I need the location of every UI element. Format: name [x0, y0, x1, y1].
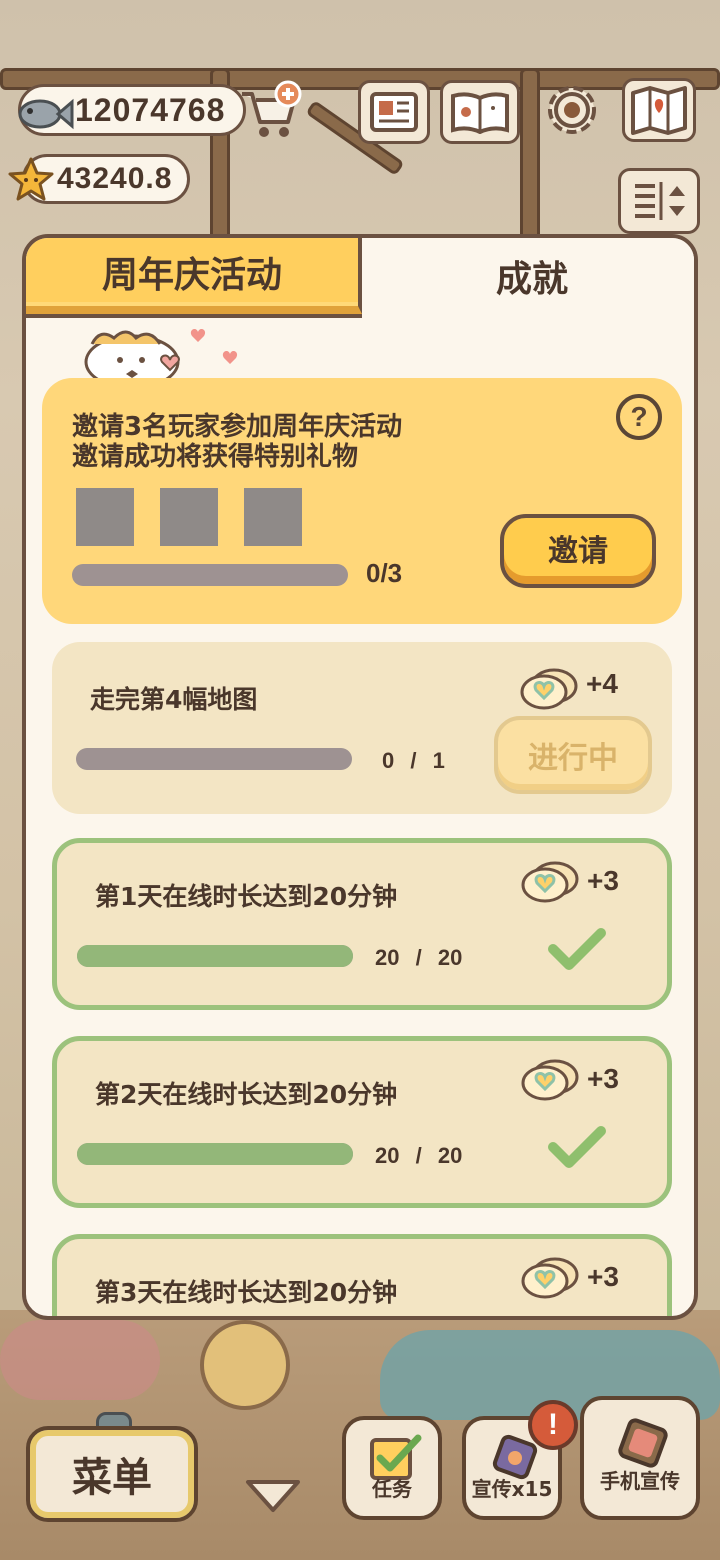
- invite-card: 邀请3名玩家参加周年庆活动 邀请成功将获得特别礼物 ? 0/3 邀请: [42, 378, 682, 624]
- paw-book-icon: [451, 92, 509, 134]
- cookie-reward-icon: [521, 861, 579, 903]
- task-card: 第2天在线时长达到20分钟 +3 20 / 20: [52, 1036, 672, 1208]
- menu-button[interactable]: 菜单: [26, 1426, 198, 1522]
- task-title: 第2天在线时长达到20分钟: [95, 1080, 398, 1109]
- task-progress-fill: [77, 945, 353, 967]
- task-title: 第3天在线时长达到20分钟: [95, 1278, 398, 1307]
- phone-promo-icon: [618, 1418, 668, 1468]
- in-progress-button[interactable]: 进行中: [494, 716, 652, 794]
- newspaper-button[interactable]: [358, 80, 430, 144]
- decor-wreath: [200, 1320, 290, 1410]
- task-progress-text: 20 / 20: [375, 1143, 462, 1169]
- chevron-down-icon[interactable]: [244, 1476, 302, 1514]
- task-button-label: 任务: [372, 1477, 412, 1501]
- invite-line-2: 邀请成功将获得特别礼物: [72, 442, 359, 472]
- star-icon: [8, 157, 54, 201]
- progress-separator: /: [410, 748, 417, 773]
- task-card: 第1天在线时长达到20分钟 +3 20 / 20: [52, 838, 672, 1010]
- invite-line-1: 邀请3名玩家参加周年庆活动: [72, 412, 403, 442]
- task-reward: +3: [587, 1261, 619, 1292]
- task-button[interactable]: 任务: [342, 1416, 442, 1520]
- task-reward: +4: [586, 668, 618, 699]
- progress-current: 0: [382, 748, 395, 773]
- layout-toggle-icon: [635, 182, 685, 220]
- progress-total: 1: [432, 748, 445, 773]
- alert-badge: !: [528, 1400, 578, 1450]
- invite-progress-bar: [72, 564, 348, 586]
- cookie-reward-icon: [520, 668, 578, 710]
- task-card: 走完第4幅地图 +4 0 / 1 进行中: [52, 642, 672, 814]
- invite-slot: [160, 488, 218, 546]
- map-icon: [631, 86, 687, 135]
- progress-current: 20: [375, 1143, 400, 1168]
- fish-icon: [18, 98, 74, 130]
- settings-gear-icon: [548, 86, 596, 134]
- invite-slot: [244, 488, 302, 546]
- map-button[interactable]: [622, 78, 696, 142]
- task-progress-bar: [76, 748, 352, 770]
- check-icon: [548, 928, 606, 970]
- help-button[interactable]: ?: [616, 394, 662, 440]
- progress-separator: /: [415, 945, 422, 970]
- settings-button[interactable]: [536, 78, 608, 142]
- tab-anniversary-event[interactable]: 周年庆活动: [26, 238, 362, 314]
- cookie-reward-icon: [521, 1257, 579, 1299]
- phone-promo-label: 手机宣传: [600, 1469, 680, 1493]
- event-panel: 周年庆活动 成就 邀请3名玩家参加周年庆活动 邀请成功将获得特别礼物 ? 0/3…: [22, 234, 698, 1320]
- promo-button-label: 宣传x15: [471, 1477, 553, 1501]
- progress-total: 20: [437, 945, 463, 970]
- cookie-reward-icon: [521, 1059, 579, 1101]
- task-reward: +3: [587, 1063, 619, 1094]
- tab-achievements[interactable]: 成就: [362, 238, 694, 314]
- task-card: 第3天在线时长达到20分钟 +3: [52, 1234, 672, 1316]
- task-progress-bar: [77, 1143, 353, 1165]
- task-progress-text: 20 / 20: [375, 945, 462, 971]
- task-progress-bar: [77, 945, 353, 967]
- decor-sofa: [0, 1320, 160, 1400]
- newspaper-icon: [370, 92, 418, 132]
- invite-button[interactable]: 邀请: [500, 514, 656, 588]
- progress-total: 20: [437, 1143, 463, 1168]
- invite-progress-text: 0/3: [366, 558, 403, 588]
- shop-cart-plus-icon[interactable]: [236, 80, 304, 140]
- invite-description: 邀请3名玩家参加周年庆活动 邀请成功将获得特别礼物: [72, 412, 402, 472]
- invite-slot: [76, 488, 134, 546]
- progress-current: 20: [375, 945, 400, 970]
- task-list-scroll[interactable]: 邀请3名玩家参加周年庆活动 邀请成功将获得特别礼物 ? 0/3 邀请 走完第4幅…: [26, 318, 694, 1316]
- layout-toggle-button[interactable]: [618, 168, 700, 234]
- task-progress-fill: [77, 1143, 353, 1165]
- task-reward: +3: [587, 865, 619, 896]
- task-progress-text: 0 / 1: [382, 748, 445, 774]
- phone-promo-button[interactable]: 手机宣传: [580, 1396, 700, 1520]
- task-title: 走完第4幅地图: [90, 685, 258, 714]
- check-icon: [548, 1126, 606, 1168]
- progress-separator: /: [415, 1143, 422, 1168]
- task-title: 第1天在线时长达到20分钟: [95, 882, 398, 911]
- guide-book-button[interactable]: [440, 80, 520, 144]
